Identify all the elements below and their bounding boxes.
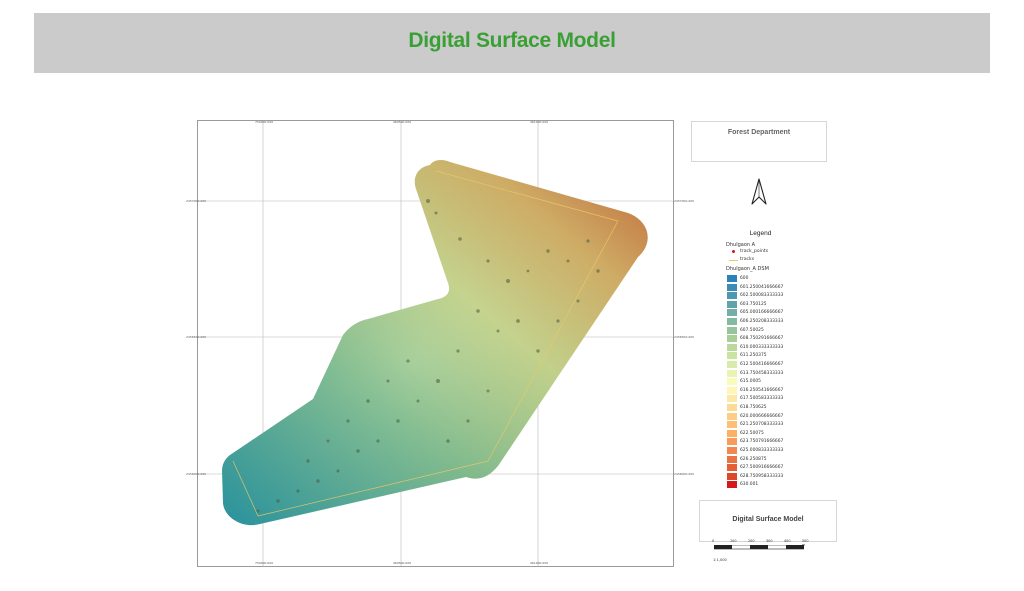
legend-class-label: 611.250375 xyxy=(740,353,767,359)
legend-swatch xyxy=(727,318,737,325)
legend-swatch xyxy=(727,378,737,386)
legend-swatch xyxy=(727,275,737,282)
scale-tick-label: 0 xyxy=(712,539,715,543)
scale-tick-label: 400 xyxy=(784,539,791,543)
legend-swatch xyxy=(727,361,737,368)
legend-class-label: 623.750791666667 xyxy=(740,439,784,445)
scale-bar: 0100200300400500 m xyxy=(712,539,812,569)
map-tick-right-2: 2456500.000 xyxy=(674,335,695,339)
legend-class-label: 608.750291666667 xyxy=(740,336,784,342)
legend-class-label: 603.750125 xyxy=(740,301,767,307)
legend-class-label: 615.0005 xyxy=(740,379,761,385)
organization-name: Forest Department xyxy=(727,129,791,136)
legend-swatch xyxy=(727,412,737,420)
legend-group: Dhulgaon A xyxy=(726,242,756,248)
legend-class-label: 602.500083333333 xyxy=(740,293,784,299)
map-tick-top-2: 460500.000 xyxy=(393,120,412,124)
title-box: Digital Surface Model xyxy=(699,500,837,542)
legend-class-label: 601.250041666667 xyxy=(740,284,784,290)
map-tick-bottom-2: 460500.000 xyxy=(393,561,412,565)
map-canvas[interactable] xyxy=(198,121,673,566)
scale-ratio: 1:1,000 xyxy=(713,558,727,562)
organization-box: Forest Department xyxy=(691,121,827,162)
legend-swatch xyxy=(727,309,737,317)
legend-class-label: 618.750625 xyxy=(740,405,767,410)
legend-class-label: 617.500583333333 xyxy=(740,396,784,402)
map-tick-left-1: 2457000.000 xyxy=(186,199,207,203)
legend-swatch xyxy=(727,421,737,429)
map-frame[interactable]: 750000.000 460500.000 461000.000 750000.… xyxy=(186,120,694,567)
legend-class-label: 622.50075 xyxy=(740,430,764,436)
legend-swatch xyxy=(727,335,737,343)
legend-swatch xyxy=(727,481,737,489)
legend-swatch xyxy=(727,395,737,403)
legend-class-label: 625.000833333333 xyxy=(740,448,784,453)
legend-swatch xyxy=(727,326,737,334)
title-banner: Digital Surface Model xyxy=(34,13,990,73)
map-tick-left-3: 2456000.000 xyxy=(186,472,207,476)
legend-class-label: 600 xyxy=(740,276,749,281)
map-tick-top-1: 750000.000 xyxy=(255,120,274,124)
legend-class-label: 613.750458333333 xyxy=(740,370,784,376)
map-tick-bottom-1: 750000.000 xyxy=(255,561,274,565)
map-tick-left-2: 2456500.000 xyxy=(186,335,207,339)
legend-swatch xyxy=(727,386,737,394)
map-tick-bottom-3: 461000.000 xyxy=(530,561,549,565)
legend-class-label: 607.50025 xyxy=(740,327,764,333)
page-title: Digital Surface Model xyxy=(408,29,616,52)
title-box-text: Digital Surface Model xyxy=(732,516,804,523)
legend-swatch xyxy=(727,343,737,351)
legend-class-label: 620.000666666667 xyxy=(740,413,784,419)
legend-class-label: 630.001 xyxy=(740,482,759,488)
legend-layer-tracks: tracks xyxy=(740,257,755,262)
map-tick-right-1: 2457000.000 xyxy=(674,199,695,203)
north-arrow-icon xyxy=(750,178,768,206)
legend-swatch xyxy=(727,300,737,308)
legend-dsm-title: Dhulgaon_A DSM xyxy=(726,266,769,272)
legend-class-label: 616.250541666667 xyxy=(740,387,784,393)
legend-swatch xyxy=(727,283,737,291)
legend-swatch xyxy=(727,404,737,411)
legend-class-label: 626.250875 xyxy=(740,456,767,462)
scale-tick-label: 100 xyxy=(730,539,737,543)
legend-swatch xyxy=(727,438,737,446)
legend-swatch xyxy=(727,352,737,360)
legend-class-label: 610.000333333333 xyxy=(740,344,784,350)
map-tick-top-3: 461000.000 xyxy=(530,120,549,124)
legend-layer-track-points: track_points xyxy=(740,249,769,254)
legend-swatch xyxy=(727,292,737,300)
scale-tick-label: 300 xyxy=(766,539,773,543)
legend-class-label: 627.500916666667 xyxy=(740,465,784,471)
red-dot-icon xyxy=(732,250,735,253)
legend-class-label: 606.250208333333 xyxy=(740,319,784,324)
legend-class-label: 605.000166666667 xyxy=(740,310,784,316)
legend-swatch xyxy=(727,455,737,463)
yellow-line-icon xyxy=(729,260,738,261)
legend-swatch xyxy=(727,464,737,472)
map-tick-right-3: 2456000.000 xyxy=(674,472,695,476)
legend-class-label: 621.250708333333 xyxy=(740,422,784,428)
legend-title: Legend xyxy=(749,230,772,237)
legend-class-label: 612.500416666667 xyxy=(740,362,784,367)
legend-swatch xyxy=(727,369,737,377)
legend-swatch xyxy=(727,429,737,437)
legend-swatch xyxy=(727,447,737,454)
scale-tick-label: 200 xyxy=(748,539,755,543)
legend-class-label: 628.750958333333 xyxy=(740,473,784,479)
legend-swatch xyxy=(727,472,737,480)
